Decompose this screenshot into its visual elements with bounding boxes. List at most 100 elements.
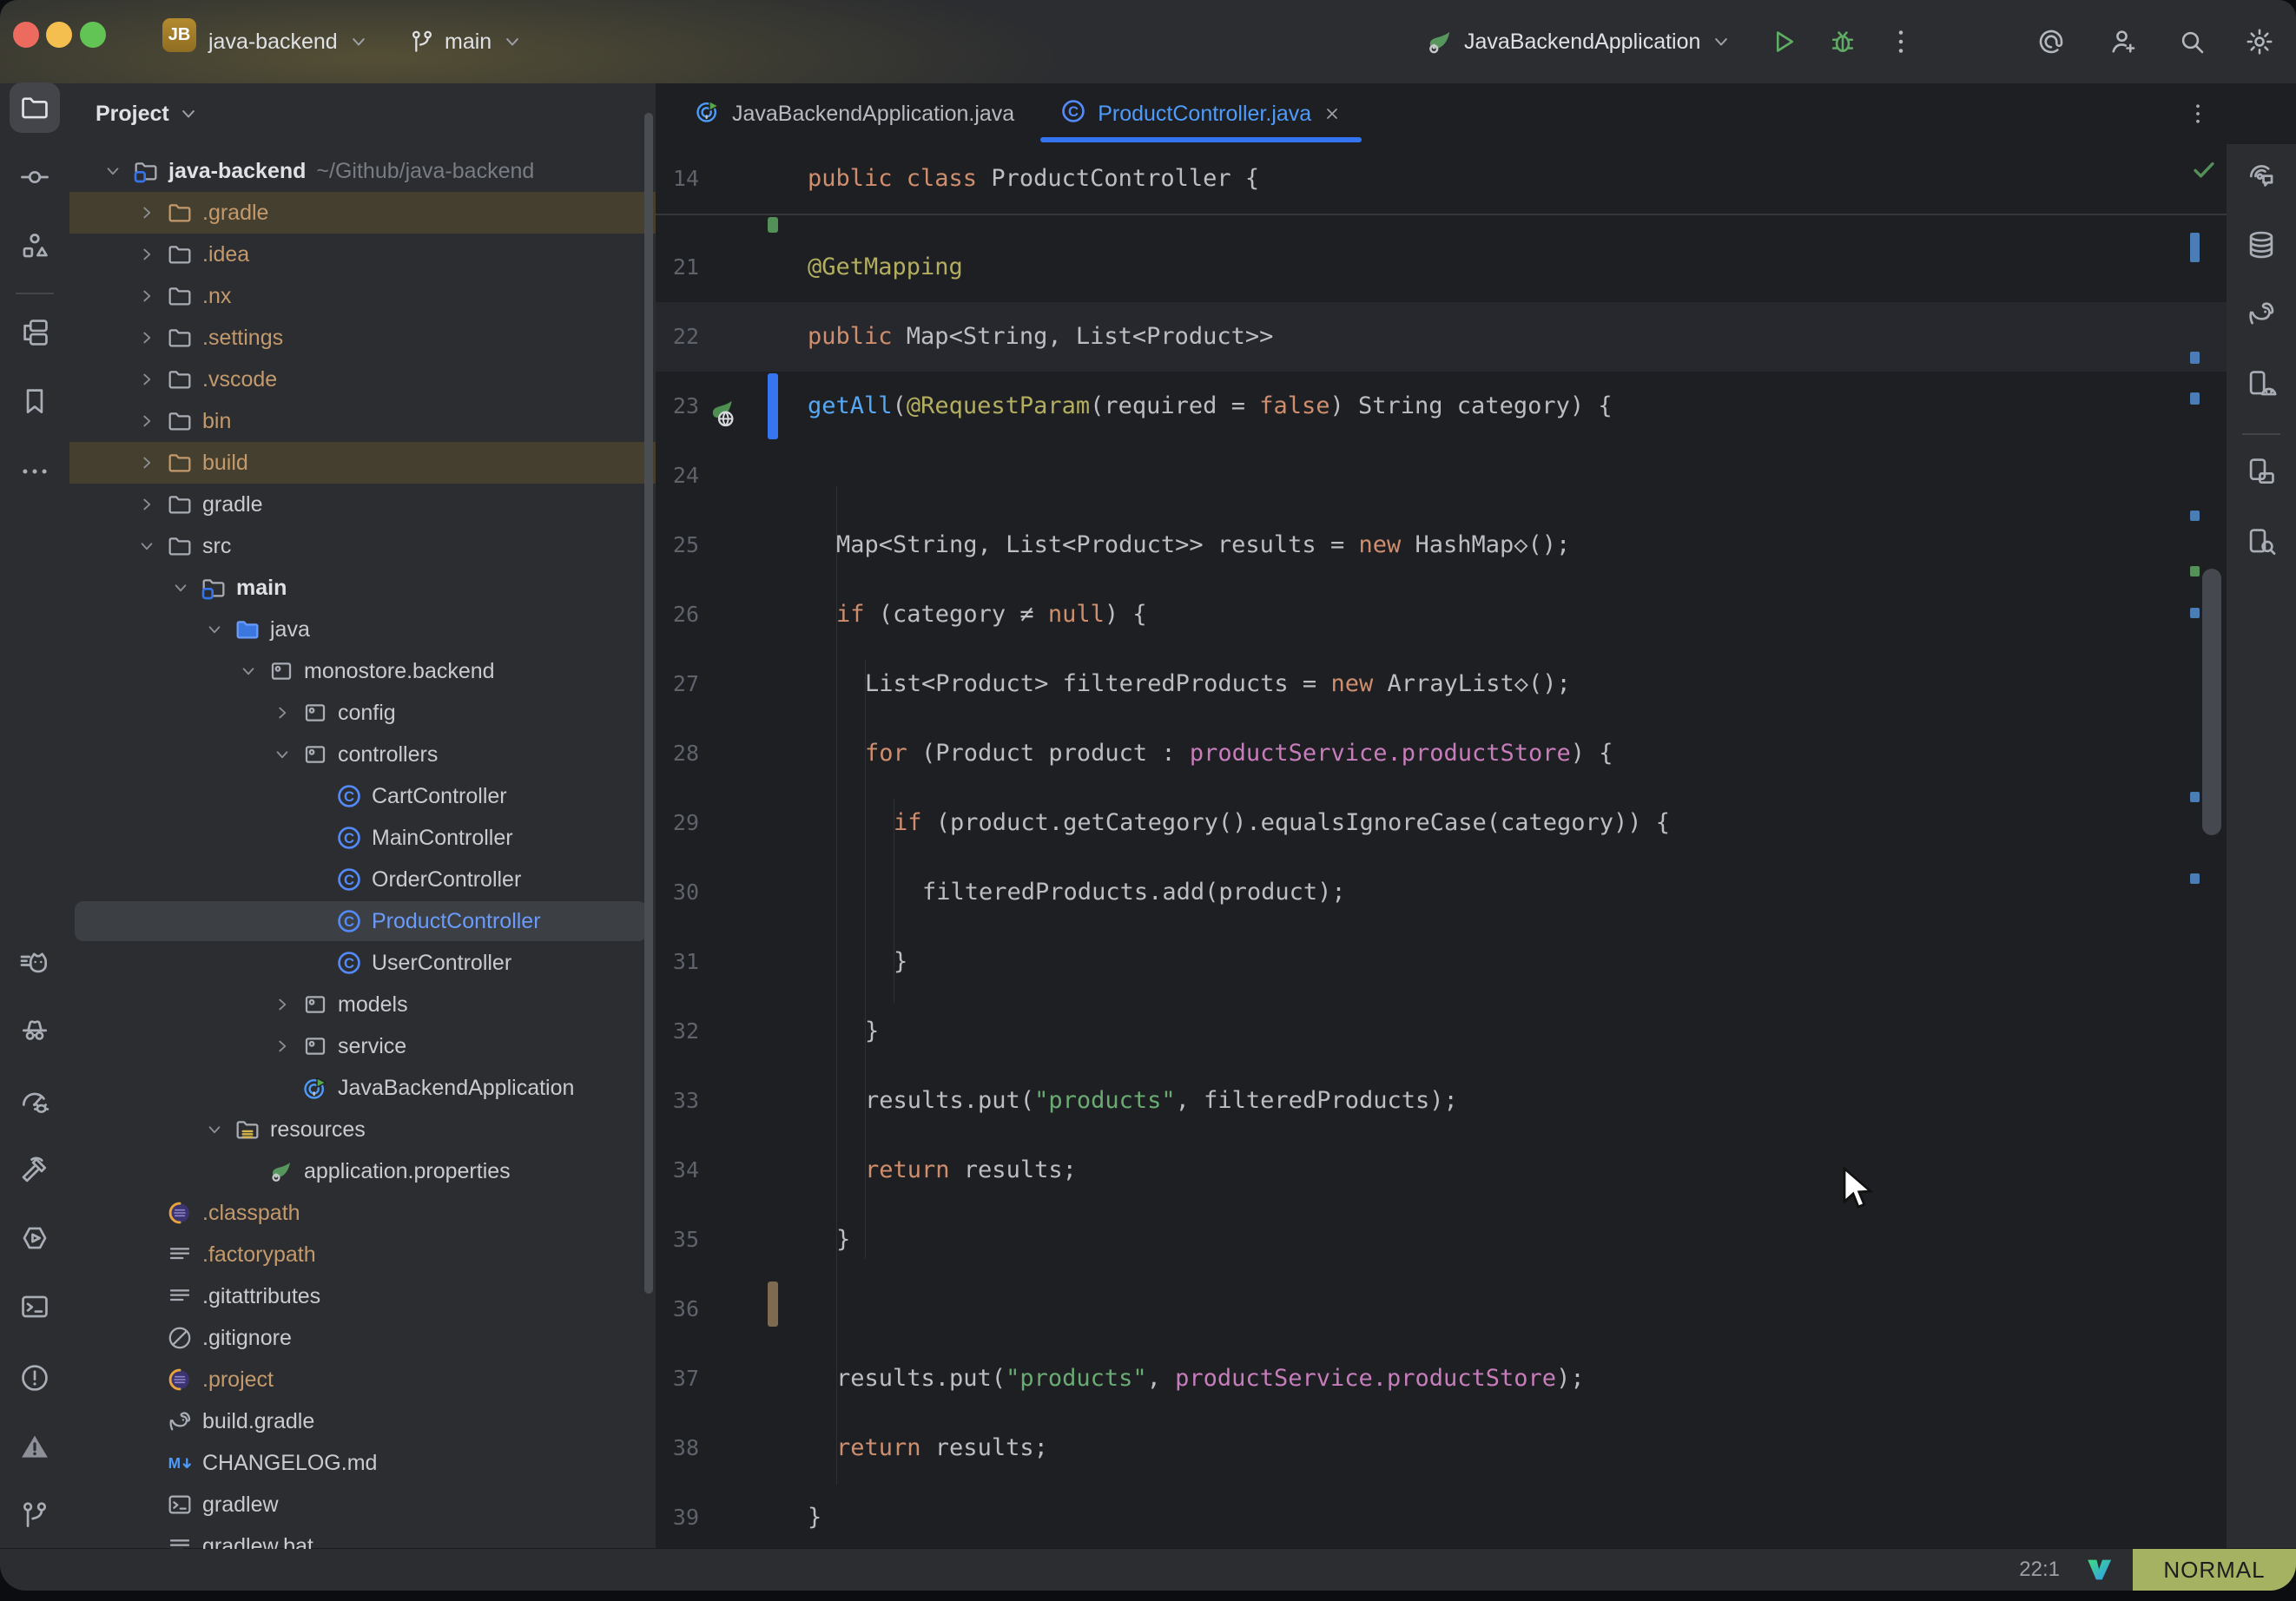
chevron-right-icon[interactable] <box>265 987 300 1022</box>
gradle-icon[interactable] <box>2236 288 2286 339</box>
editor-tab[interactable]: CProductController.java <box>1037 83 1365 144</box>
chevron-down-icon[interactable] <box>231 654 266 688</box>
code-line[interactable]: 30filteredProducts.add(product); <box>656 858 2227 927</box>
chevron-right-icon[interactable] <box>129 487 164 522</box>
sticky-code-line[interactable]: 14public class ProductController { <box>656 144 2227 214</box>
chevron-down-icon[interactable] <box>163 570 198 605</box>
code-line[interactable]: 32} <box>656 997 2227 1066</box>
tree-item[interactable]: java-backend~/Github/java-backend <box>69 150 656 192</box>
code-line[interactable]: 31} <box>656 927 2227 997</box>
structure-icon[interactable] <box>10 221 60 271</box>
tree-item[interactable]: CMainController <box>69 817 656 859</box>
build-hammer-icon[interactable] <box>10 1144 60 1195</box>
tree-item[interactable]: .project <box>69 1359 656 1400</box>
error-stripe-mark[interactable] <box>2190 792 2200 802</box>
code-line[interactable]: 26if (category ≠ null) { <box>656 580 2227 649</box>
chevron-down-icon[interactable] <box>129 529 164 563</box>
code-editor[interactable]: 14public class ProductController { 21@Get… <box>656 144 2227 1549</box>
tree-item[interactable]: .nx <box>69 275 656 317</box>
project-selector[interactable]: java-backend <box>208 0 371 83</box>
run-hexagon-icon[interactable] <box>10 1213 60 1263</box>
tree-item[interactable]: controllers <box>69 734 656 775</box>
code-line[interactable]: 24 <box>656 441 2227 511</box>
tree-item[interactable]: models <box>69 984 656 1025</box>
device-mirror-icon[interactable] <box>2236 446 2286 497</box>
commit-icon[interactable] <box>10 152 60 202</box>
search-everywhere-button[interactable] <box>2169 19 2214 64</box>
tree-item[interactable]: .idea <box>69 234 656 275</box>
tree-item[interactable]: build.gradle <box>69 1400 656 1442</box>
code-line[interactable]: 22public Map<String, List<Product>> <box>656 302 2227 372</box>
tree-item[interactable]: CProductController <box>69 900 656 942</box>
code-line[interactable]: 25Map<String, List<Product>> results = n… <box>656 511 2227 580</box>
tree-item[interactable]: build <box>69 442 656 484</box>
code-line[interactable]: 39} <box>656 1483 2227 1549</box>
error-stripe-mark[interactable] <box>2190 873 2200 884</box>
project-panel-header[interactable]: Project <box>69 83 656 144</box>
ai-assistant-icon[interactable] <box>2236 150 2286 201</box>
ideavim-icon[interactable] <box>2084 1555 2114 1585</box>
bookmark-icon[interactable] <box>10 376 60 426</box>
profiler-icon[interactable] <box>10 1076 60 1126</box>
code-line[interactable]: 34return results; <box>656 1136 2227 1205</box>
chevron-right-icon[interactable] <box>265 1029 300 1064</box>
tab-options-button[interactable] <box>2183 99 2213 128</box>
project-tree-scrollbar[interactable] <box>644 113 653 1294</box>
chevron-right-icon[interactable] <box>129 362 164 397</box>
run-button[interactable] <box>1761 19 1806 64</box>
tree-item[interactable]: resources <box>69 1109 656 1150</box>
tree-item[interactable]: monostore.backend <box>69 650 656 692</box>
tree-item[interactable]: .factorypath <box>69 1234 656 1275</box>
ai-assistant-button[interactable] <box>2029 19 2074 64</box>
code-line[interactable]: 27List<Product> filteredProducts = new A… <box>656 649 2227 719</box>
tree-item[interactable]: .classpath <box>69 1192 656 1234</box>
more-actions-button[interactable] <box>1878 19 1923 64</box>
tree-item[interactable]: gradlew.bat <box>69 1525 656 1549</box>
chevron-right-icon[interactable] <box>129 404 164 438</box>
error-stripe-mark[interactable] <box>2190 566 2200 576</box>
editor-tab[interactable]: JavaBackendApplication.java <box>671 83 1037 144</box>
chevron-down-icon[interactable] <box>96 154 130 188</box>
code-line[interactable]: 35} <box>656 1205 2227 1275</box>
tree-item[interactable]: JavaBackendApplication <box>69 1067 656 1109</box>
tree-item[interactable]: .gitignore <box>69 1317 656 1359</box>
error-stripe-mark[interactable] <box>2190 233 2200 262</box>
copilot-icon[interactable] <box>10 937 60 987</box>
code-line[interactable]: 21@GetMapping <box>656 233 2227 302</box>
tree-item[interactable]: COrderController <box>69 859 656 900</box>
code-line[interactable]: 23getAll(@RequestParam(required = false)… <box>656 372 2227 441</box>
chevron-down-icon[interactable] <box>197 612 232 647</box>
more-horizontal-icon[interactable] <box>10 446 60 497</box>
chevron-right-icon[interactable] <box>129 237 164 272</box>
chevron-right-icon[interactable] <box>265 695 300 730</box>
chevron-down-icon[interactable] <box>265 737 300 772</box>
chevron-right-icon[interactable] <box>129 445 164 480</box>
code-line[interactable]: 33results.put("products", filteredProduc… <box>656 1066 2227 1136</box>
error-stripe-mark[interactable] <box>2190 608 2200 618</box>
code-line[interactable]: 38return results; <box>656 1413 2227 1483</box>
tree-item[interactable]: config <box>69 692 656 734</box>
tree-item[interactable]: gradlew <box>69 1484 656 1525</box>
tree-item[interactable]: .gradle <box>69 192 656 234</box>
minimize-window-button[interactable] <box>46 22 72 48</box>
warning-icon[interactable] <box>10 1421 60 1472</box>
error-stripe-mark[interactable] <box>2190 392 2200 405</box>
close-window-button[interactable] <box>13 22 39 48</box>
tree-item[interactable]: java <box>69 609 656 650</box>
settings-button[interactable] <box>2237 19 2282 64</box>
caret-position[interactable]: 22:1 <box>2019 1558 2060 1582</box>
error-stripe-mark[interactable] <box>2190 352 2200 364</box>
chevron-right-icon[interactable] <box>129 320 164 355</box>
code-line[interactable]: 36 <box>656 1275 2227 1344</box>
tree-item[interactable]: .settings <box>69 317 656 359</box>
tree-item[interactable]: src <box>69 525 656 567</box>
error-stripe-mark[interactable] <box>2190 511 2200 521</box>
services-icon[interactable] <box>10 307 60 358</box>
tree-item[interactable]: service <box>69 1025 656 1067</box>
zoom-window-button[interactable] <box>80 22 106 48</box>
inspections-ok-icon[interactable] <box>2189 155 2219 188</box>
database-icon[interactable] <box>2236 220 2286 270</box>
code-line[interactable]: 29if (product.getCategory().equalsIgnore… <box>656 788 2227 858</box>
editor-scrollbar[interactable] <box>2202 569 2221 835</box>
chevron-right-icon[interactable] <box>129 195 164 230</box>
